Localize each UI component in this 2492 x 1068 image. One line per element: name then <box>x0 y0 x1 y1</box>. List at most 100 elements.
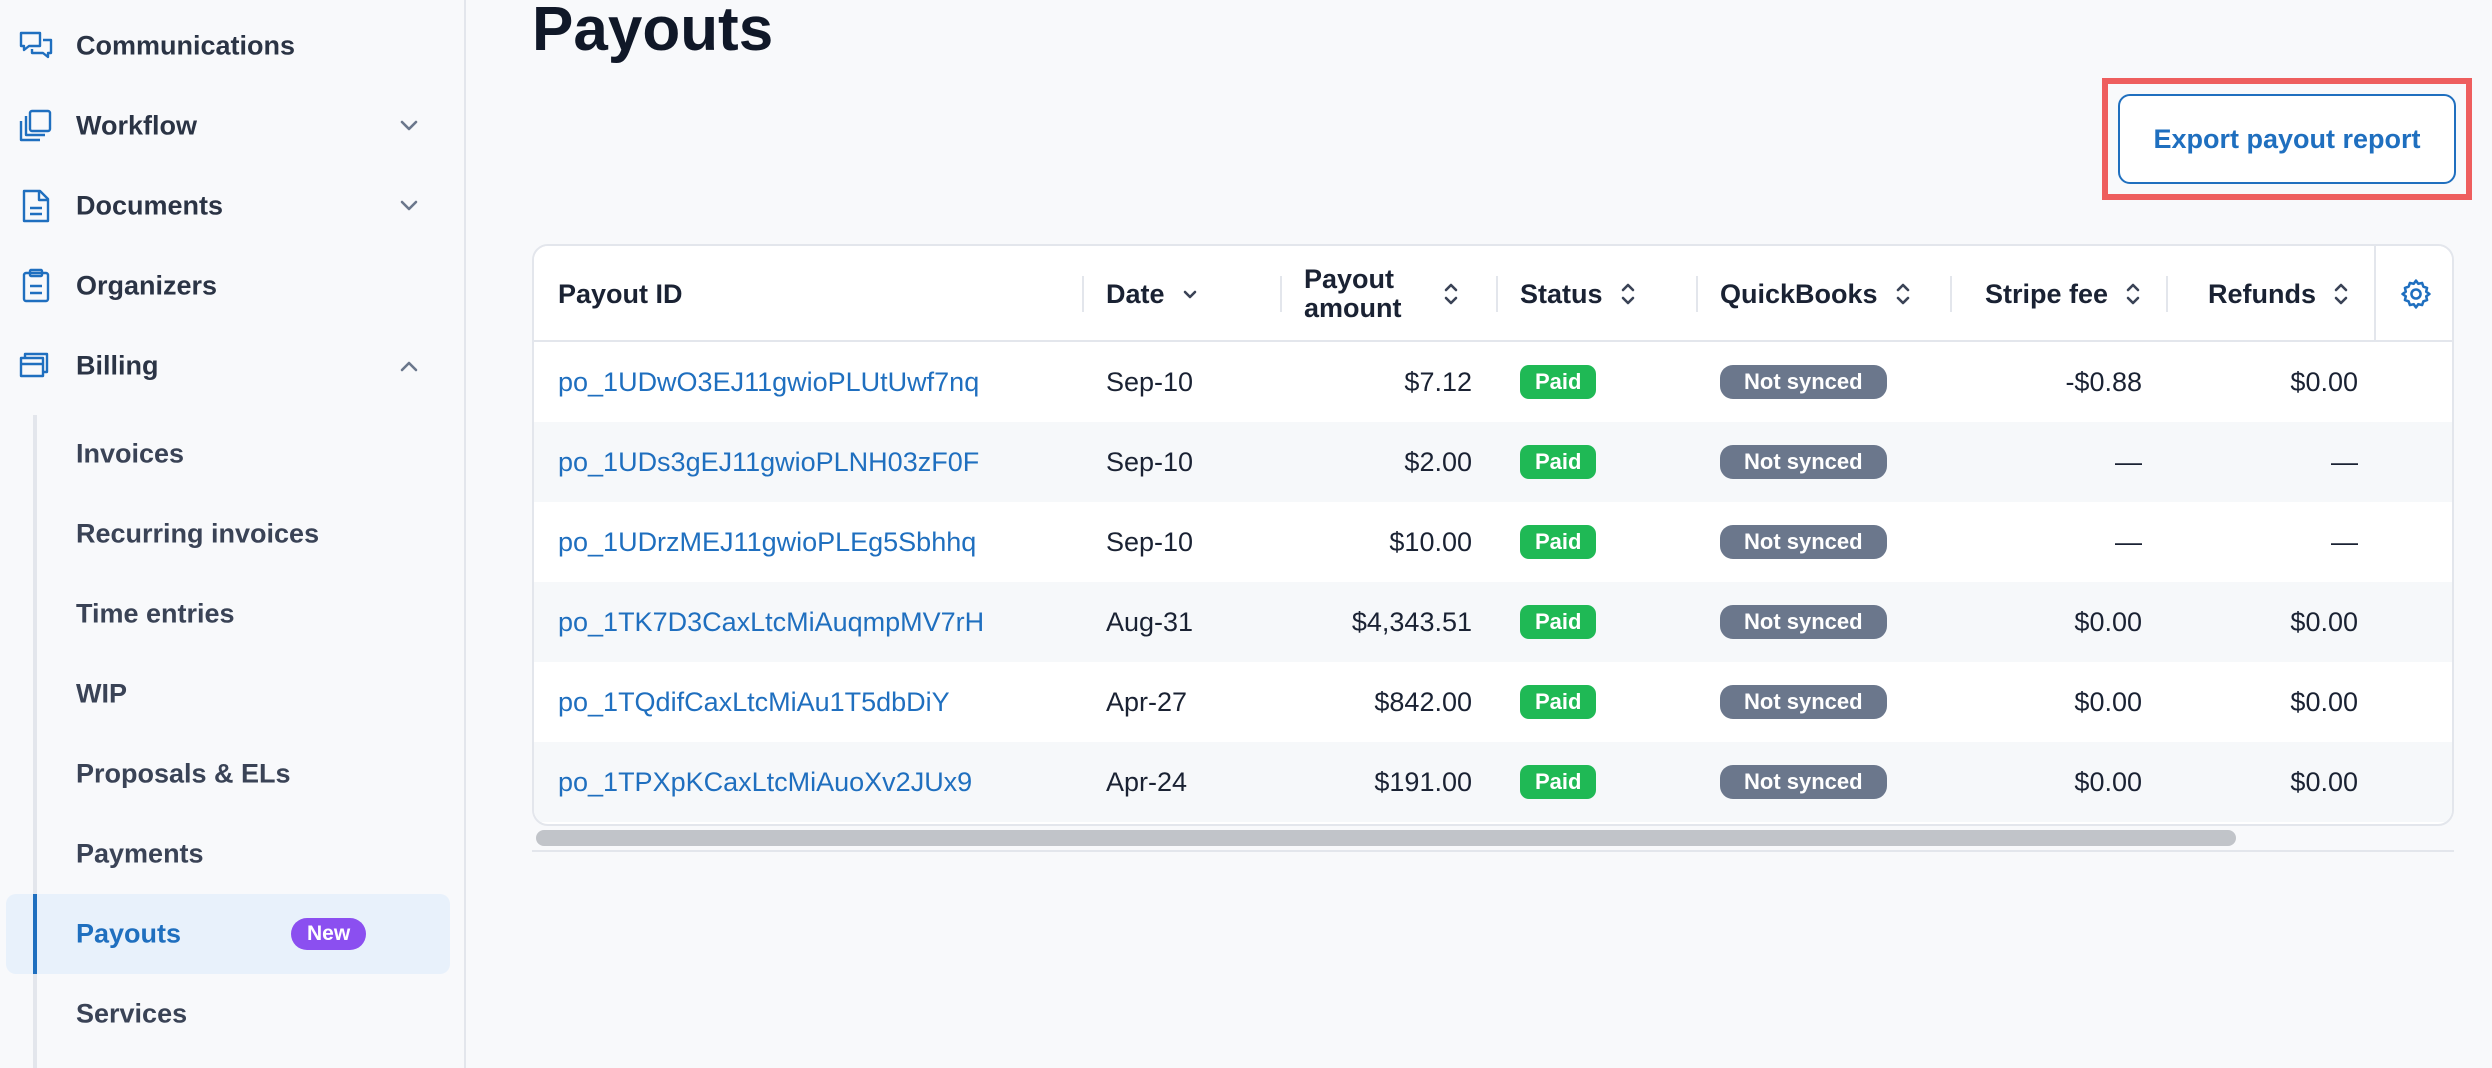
stripe-fee-cell: — <box>2115 446 2142 477</box>
sort-desc-icon[interactable] <box>1179 280 1201 308</box>
sidebar-subitem-payouts[interactable]: Payouts New <box>6 894 450 974</box>
table-row[interactable]: po_1TQdifCaxLtcMiAu1T5dbDiY Apr-27 $842.… <box>534 662 2452 742</box>
payout-id-link[interactable]: po_1UDwO3EJ11gwioPLUtUwf7nq <box>558 367 979 398</box>
export-payout-report-button[interactable]: Export payout report <box>2118 94 2456 184</box>
workflow-icon <box>19 109 52 142</box>
sidebar-subitem-label: Invoices <box>76 438 185 469</box>
payout-id-link[interactable]: po_1UDs3gEJ11gwioPLNH03zF0F <box>558 447 979 478</box>
refunds-cell: — <box>2331 446 2358 477</box>
quickbooks-badge: Not synced <box>1720 605 1887 639</box>
sidebar-subitem-label: Proposals & ELs <box>76 758 291 789</box>
date-cell: Sep-10 <box>1106 446 1194 477</box>
status-badge: Paid <box>1520 365 1597 399</box>
column-separator <box>1950 276 1952 312</box>
sidebar: Communications Workflow Documents Organi… <box>0 0 466 1068</box>
col-header-label: QuickBooks <box>1720 278 1878 309</box>
column-separator <box>1496 276 1498 312</box>
stripe-fee-cell: — <box>2115 526 2142 557</box>
column-settings-button[interactable] <box>2374 246 2452 342</box>
sidebar-subitem-wip[interactable]: WIP <box>6 654 450 734</box>
quickbooks-badge: Not synced <box>1720 685 1887 719</box>
sidebar-item-documents[interactable]: Documents <box>0 166 466 246</box>
payout-id-link[interactable]: po_1TPXpKCaxLtcMiAuoXv2JUx9 <box>558 767 972 798</box>
column-separator <box>1280 276 1282 312</box>
sidebar-item-organizers[interactable]: Organizers <box>0 246 466 326</box>
table-row[interactable]: po_1TPXpKCaxLtcMiAuoXv2JUx9 Apr-24 $191.… <box>534 742 2452 822</box>
table-row[interactable]: po_1UDwO3EJ11gwioPLUtUwf7nq Sep-10 $7.12… <box>534 342 2452 422</box>
payout-id-link[interactable]: po_1UDrzMEJ11gwioPLEg5Sbhhq <box>558 527 976 558</box>
sidebar-item-label: Billing <box>76 350 159 381</box>
col-header-payout-id[interactable]: Payout ID <box>558 246 1074 342</box>
col-header-label: Date <box>1106 278 1165 309</box>
document-icon <box>22 189 50 223</box>
stripe-fee-cell: $0.00 <box>2074 606 2142 637</box>
col-header-label: Payout amount <box>1304 264 1402 323</box>
sidebar-subitem-label: WIP <box>76 678 127 709</box>
table-header: Payout ID Date Payout amount Status Quic… <box>534 246 2452 342</box>
col-header-label: Refunds <box>2208 278 2316 309</box>
amount-cell: $2.00 <box>1404 446 1472 477</box>
chevron-down-icon[interactable] <box>395 192 423 220</box>
sidebar-subitem-recurring-invoices[interactable]: Recurring invoices <box>6 494 450 574</box>
payout-id-link[interactable]: po_1TK7D3CaxLtcMiAuqmpMV7rH <box>558 607 984 638</box>
chat-bubbles-icon <box>19 31 53 59</box>
sidebar-subitem-invoices[interactable]: Invoices <box>6 414 450 494</box>
billing-icon <box>19 352 49 378</box>
status-badge: Paid <box>1520 525 1597 559</box>
quickbooks-badge: Not synced <box>1720 365 1887 399</box>
page-title: Payouts <box>532 0 774 64</box>
chevron-down-icon[interactable] <box>395 112 423 140</box>
col-header-quickbooks[interactable]: QuickBooks <box>1696 246 1950 342</box>
status-badge: Paid <box>1520 685 1597 719</box>
col-header-refunds[interactable]: Refunds <box>2166 246 2374 342</box>
sidebar-item-billing[interactable]: Billing <box>0 326 466 406</box>
sidebar-subitem-services[interactable]: Services <box>6 974 450 1054</box>
refunds-cell: $0.00 <box>2290 686 2358 717</box>
date-cell: Apr-24 <box>1106 766 1188 797</box>
chevron-up-icon[interactable] <box>395 352 423 380</box>
sort-both-icon[interactable] <box>1892 280 1914 308</box>
amount-cell: $4,343.51 <box>1351 606 1472 637</box>
new-badge: New <box>291 918 367 950</box>
sidebar-subitem-time-entries[interactable]: Time entries <box>6 574 450 654</box>
sidebar-item-workflow[interactable]: Workflow <box>0 86 466 166</box>
date-cell: Sep-10 <box>1106 526 1194 557</box>
sidebar-item-label: Workflow <box>76 110 197 141</box>
sort-both-icon[interactable] <box>2122 280 2144 308</box>
sidebar-subitem-label: Payouts <box>76 918 182 949</box>
status-badge: Paid <box>1520 765 1597 799</box>
sidebar-subitem-label: Recurring invoices <box>76 518 320 549</box>
col-header-payout-amount[interactable]: Payout amount <box>1280 246 1496 342</box>
sidebar-item-label: Organizers <box>76 270 218 301</box>
date-cell: Aug-31 <box>1106 606 1194 637</box>
col-header-status[interactable]: Status <box>1496 246 1696 342</box>
refunds-cell: $0.00 <box>2290 606 2358 637</box>
col-header-label: Payout ID <box>558 278 683 309</box>
payout-id-link[interactable]: po_1TQdifCaxLtcMiAu1T5dbDiY <box>558 687 950 718</box>
col-header-date[interactable]: Date <box>1082 246 1280 342</box>
divider <box>532 850 2454 852</box>
quickbooks-badge: Not synced <box>1720 445 1887 479</box>
column-separator <box>1082 276 1084 312</box>
sidebar-item-label: Documents <box>76 190 224 221</box>
status-badge: Paid <box>1520 445 1597 479</box>
sidebar-subitem-payments[interactable]: Payments <box>6 814 450 894</box>
stripe-fee-cell: $0.00 <box>2074 766 2142 797</box>
sidebar-item-communications[interactable]: Communications <box>0 6 466 86</box>
sort-both-icon[interactable] <box>1617 280 1639 308</box>
table-row[interactable]: po_1UDrzMEJ11gwioPLEg5Sbhhq Sep-10 $10.0… <box>534 502 2452 582</box>
sidebar-subitem-proposals[interactable]: Proposals & ELs <box>6 734 450 814</box>
col-header-label: Stripe fee <box>1984 278 2108 309</box>
sort-both-icon[interactable] <box>2330 280 2352 308</box>
column-separator <box>1696 276 1698 312</box>
scrollbar-thumb[interactable] <box>536 830 2236 846</box>
amount-cell: $842.00 <box>1374 686 1472 717</box>
stripe-fee-cell: $0.00 <box>2074 686 2142 717</box>
table-row[interactable]: po_1TK7D3CaxLtcMiAuqmpMV7rH Aug-31 $4,34… <box>534 582 2452 662</box>
stripe-fee-cell: -$0.88 <box>2065 366 2142 397</box>
date-cell: Sep-10 <box>1106 366 1194 397</box>
sort-both-icon[interactable] <box>1440 280 1462 308</box>
table-row[interactable]: po_1UDs3gEJ11gwioPLNH03zF0F Sep-10 $2.00… <box>534 422 2452 502</box>
payouts-table: Payout ID Date Payout amount Status Quic… <box>532 244 2454 826</box>
col-header-stripe-fee[interactable]: Stripe fee <box>1950 246 2166 342</box>
